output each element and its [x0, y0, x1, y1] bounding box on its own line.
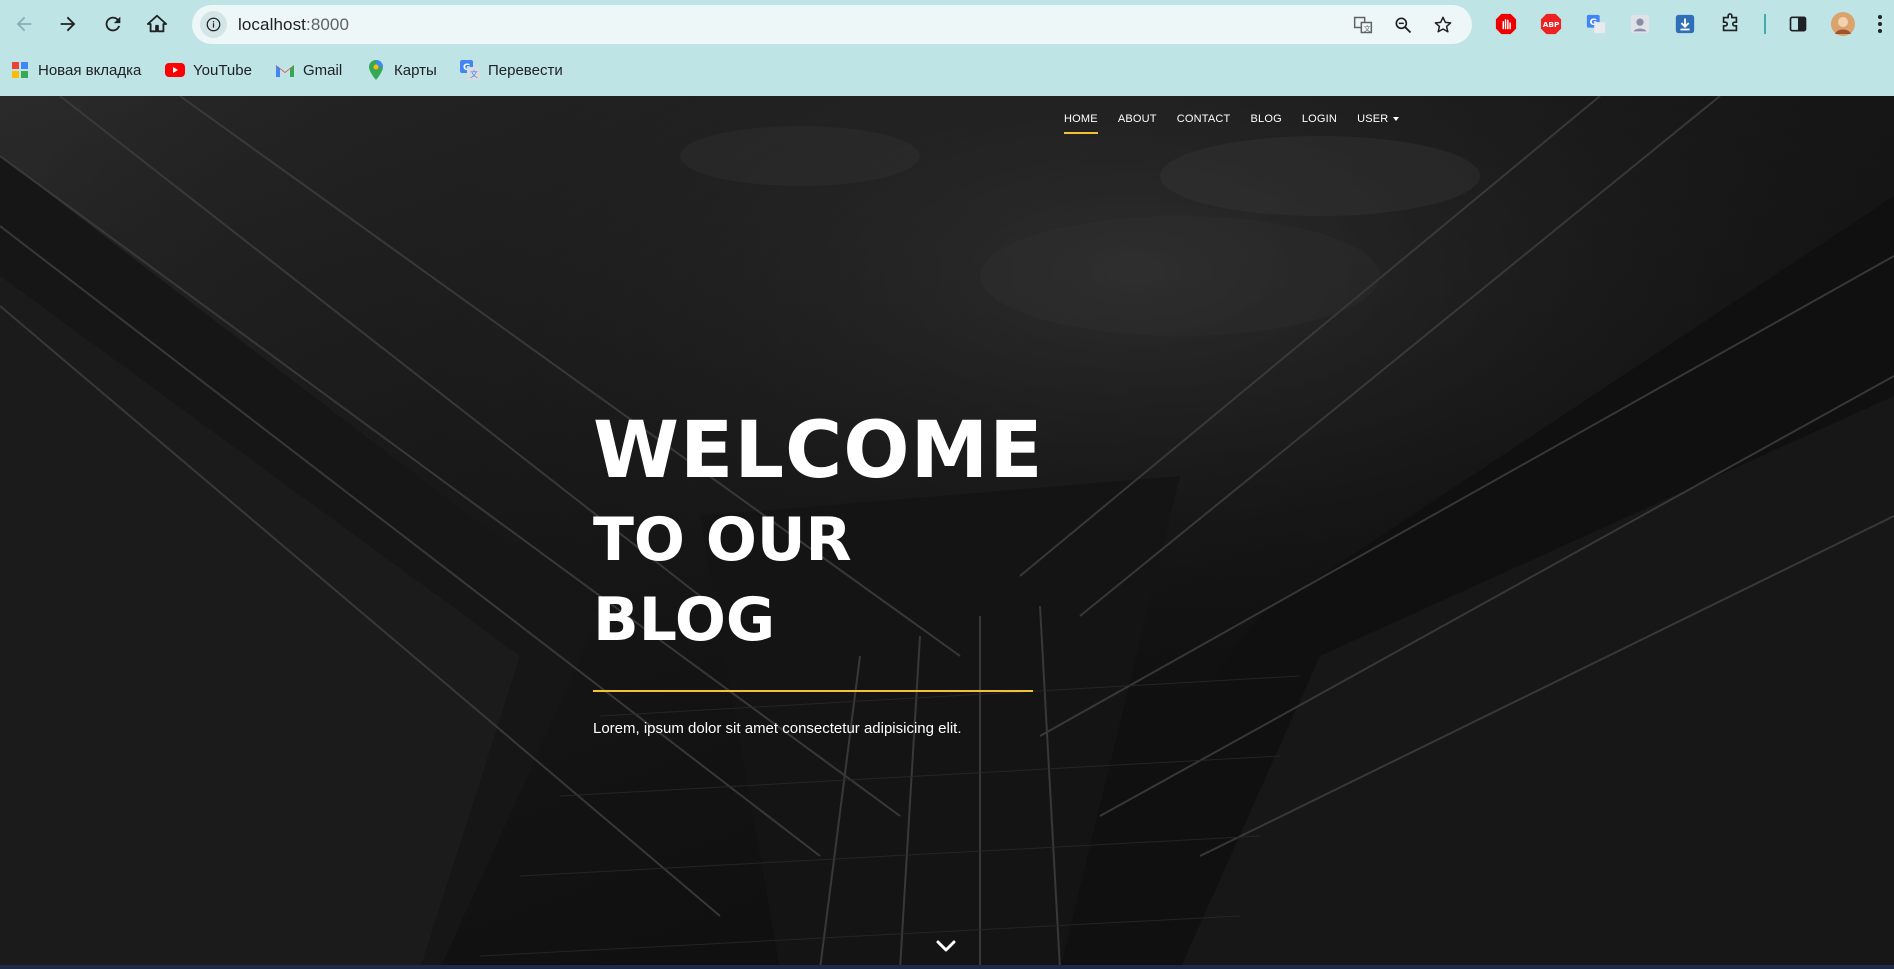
nav-user-dropdown[interactable]: USER — [1347, 112, 1409, 134]
bookmark-star-icon[interactable] — [1432, 14, 1454, 36]
browser-toolbar: localhost:8000 文 ABP G — [0, 0, 1894, 48]
bookmark-youtube[interactable]: YouTube — [165, 56, 252, 84]
bookmark-translate[interactable]: G文 Перевести — [460, 56, 563, 84]
toolbar-divider — [1764, 14, 1766, 34]
svg-text:文: 文 — [1364, 24, 1371, 33]
url-text: localhost:8000 — [238, 15, 349, 35]
adblock-hand-icon[interactable] — [1494, 12, 1518, 36]
bookmarks-bar: Новая вкладка YouTube Gmail Карты G文 Пер… — [0, 56, 1894, 84]
back-button[interactable] — [8, 8, 40, 40]
nav-user-label: USER — [1357, 113, 1389, 125]
hero-title: WELCOME — [593, 406, 1044, 496]
hero-content: WELCOME TO OUR BLOG Lorem, ipsum dolor s… — [593, 408, 1053, 737]
hero-section: HOME ABOUT CONTACT BLOG LOGIN USER WELCO… — [0, 96, 1894, 969]
page-bottom-strip — [0, 965, 1894, 969]
google-translate-ext-icon[interactable]: G — [1584, 12, 1608, 36]
arrow-right-icon — [60, 16, 76, 32]
home-icon — [146, 14, 168, 33]
adblock-plus-icon[interactable]: ABP — [1539, 12, 1563, 36]
bookmark-label: Перевести — [488, 61, 563, 79]
hero-subtitle: TO OUR BLOG — [593, 505, 852, 655]
forward-button[interactable] — [52, 8, 84, 40]
caret-down-icon — [1393, 117, 1400, 122]
scroll-down-button[interactable] — [928, 932, 964, 960]
apps-grid-icon — [10, 60, 30, 80]
gmail-icon — [275, 60, 295, 80]
nav-about[interactable]: ABOUT — [1108, 112, 1167, 134]
svg-text:ABP: ABP — [1543, 20, 1560, 29]
hero-divider — [593, 690, 1033, 692]
nav-blog[interactable]: BLOG — [1240, 112, 1291, 134]
bookmark-label: Новая вкладка — [38, 61, 142, 79]
bookmark-label: Карты — [394, 61, 437, 79]
nav-home[interactable]: HOME — [1064, 112, 1108, 134]
bookmark-label: Gmail — [303, 61, 343, 79]
side-panel-icon[interactable] — [1786, 12, 1810, 36]
address-bar[interactable]: localhost:8000 文 — [192, 5, 1472, 44]
profile-ext-icon[interactable] — [1628, 12, 1652, 36]
url-port: :8000 — [306, 15, 350, 34]
browser-chrome: localhost:8000 文 ABP G Новая вкладка You… — [0, 0, 1894, 96]
youtube-icon — [165, 60, 185, 80]
hero-text: Lorem, ipsum dolor sit amet consectetur … — [593, 720, 962, 737]
translate-icon: G文 — [460, 60, 480, 80]
download-ext-icon[interactable] — [1673, 12, 1697, 36]
nav-login[interactable]: LOGIN — [1292, 112, 1347, 134]
zoom-icon[interactable] — [1392, 14, 1414, 36]
reload-icon — [105, 16, 121, 32]
bookmark-label: YouTube — [193, 61, 252, 79]
svg-text:文: 文 — [470, 69, 478, 79]
bookmark-maps[interactable]: Карты — [366, 56, 437, 84]
profile-avatar[interactable] — [1831, 12, 1855, 36]
site-navbar: HOME ABOUT CONTACT BLOG LOGIN USER — [1064, 112, 1409, 136]
bookmark-new-tab[interactable]: Новая вкладка — [10, 56, 141, 84]
url-host: localhost — [238, 15, 306, 34]
bookmark-gmail[interactable]: Gmail — [275, 56, 342, 84]
maps-pin-icon — [366, 60, 386, 80]
translate-page-icon[interactable]: 文 — [1352, 14, 1374, 36]
home-button[interactable] — [141, 8, 173, 40]
site-info-icon[interactable] — [200, 11, 227, 38]
extensions-puzzle-icon[interactable] — [1718, 12, 1742, 36]
menu-kebab-icon[interactable] — [1872, 12, 1888, 36]
arrow-left-icon — [16, 16, 32, 32]
nav-contact[interactable]: CONTACT — [1167, 112, 1241, 134]
chevron-down-icon — [936, 940, 956, 952]
reload-button[interactable] — [97, 8, 129, 40]
